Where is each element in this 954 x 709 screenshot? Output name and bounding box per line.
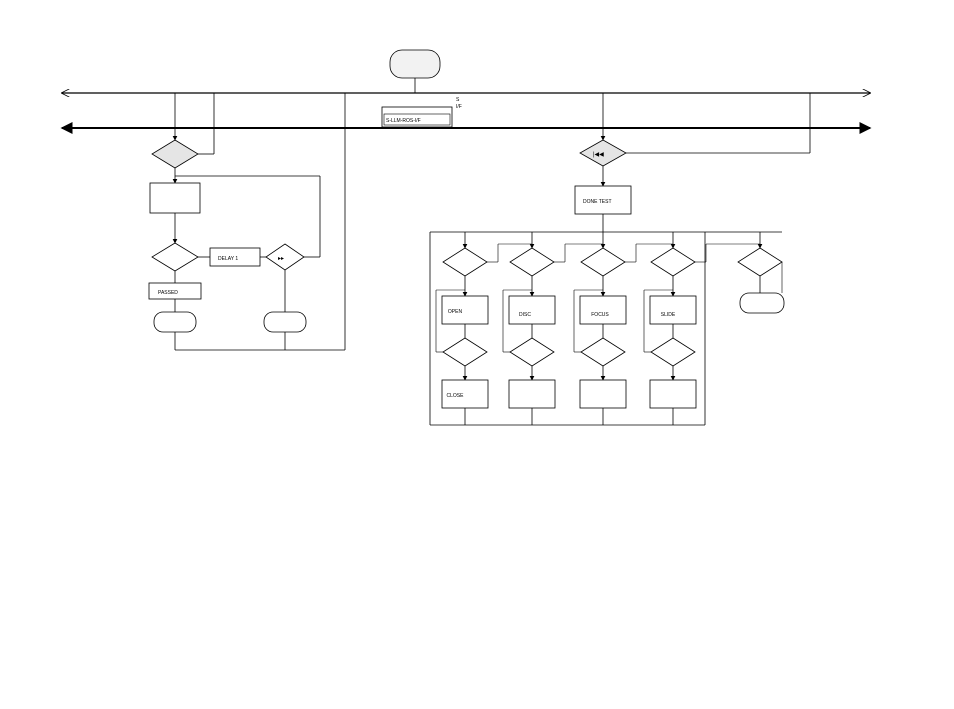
open-label: OPEN [448, 309, 463, 315]
decision2-col1 [443, 338, 487, 366]
decision-col1 [443, 248, 487, 276]
proc2-col3 [580, 380, 626, 408]
code-process-box: S-LLM-ROS-I/F [382, 107, 452, 127]
left-decision-1 [152, 140, 198, 168]
ffwd-icon: ▸▸ [278, 256, 284, 262]
left-terminator [154, 312, 196, 332]
iff-label: I/F [456, 104, 462, 110]
flowchart-diagram: S I/F S-LLM-ROS-I/F DELAY 1 ▸▸ [0, 0, 954, 709]
s-label: S [456, 97, 460, 103]
passed-label: PASSED [158, 290, 178, 296]
done-test-label: DONE TEST [583, 199, 612, 205]
decision2-col4 [651, 338, 695, 366]
start-terminator [390, 50, 440, 78]
close-label: CLOSE [447, 393, 465, 399]
left-process-box [150, 183, 200, 213]
decision-col5 [738, 248, 782, 276]
rewind-icon: |◀◀ [593, 152, 604, 158]
delay-label: DELAY 1 [218, 256, 238, 262]
slide-label: SLIDE [661, 312, 676, 318]
decision2-col3 [581, 338, 625, 366]
focus-box [580, 296, 626, 324]
decision-col3 [581, 248, 625, 276]
disc-box [509, 296, 555, 324]
code-label: S-LLM-ROS-I/F [386, 118, 421, 124]
decision-col2 [510, 248, 554, 276]
right-loop-terminator [740, 293, 784, 313]
disc-label: DISC [519, 312, 531, 318]
left-decision-3 [266, 244, 304, 270]
proc2-col2 [509, 380, 555, 408]
decision2-col2 [510, 338, 554, 366]
decision-col4 [651, 248, 695, 276]
slide-box [650, 296, 696, 324]
focus-label: FOCUS [591, 312, 609, 318]
left-terminator-right [264, 312, 306, 332]
proc2-col4 [650, 380, 696, 408]
left-decision-2 [152, 243, 198, 271]
